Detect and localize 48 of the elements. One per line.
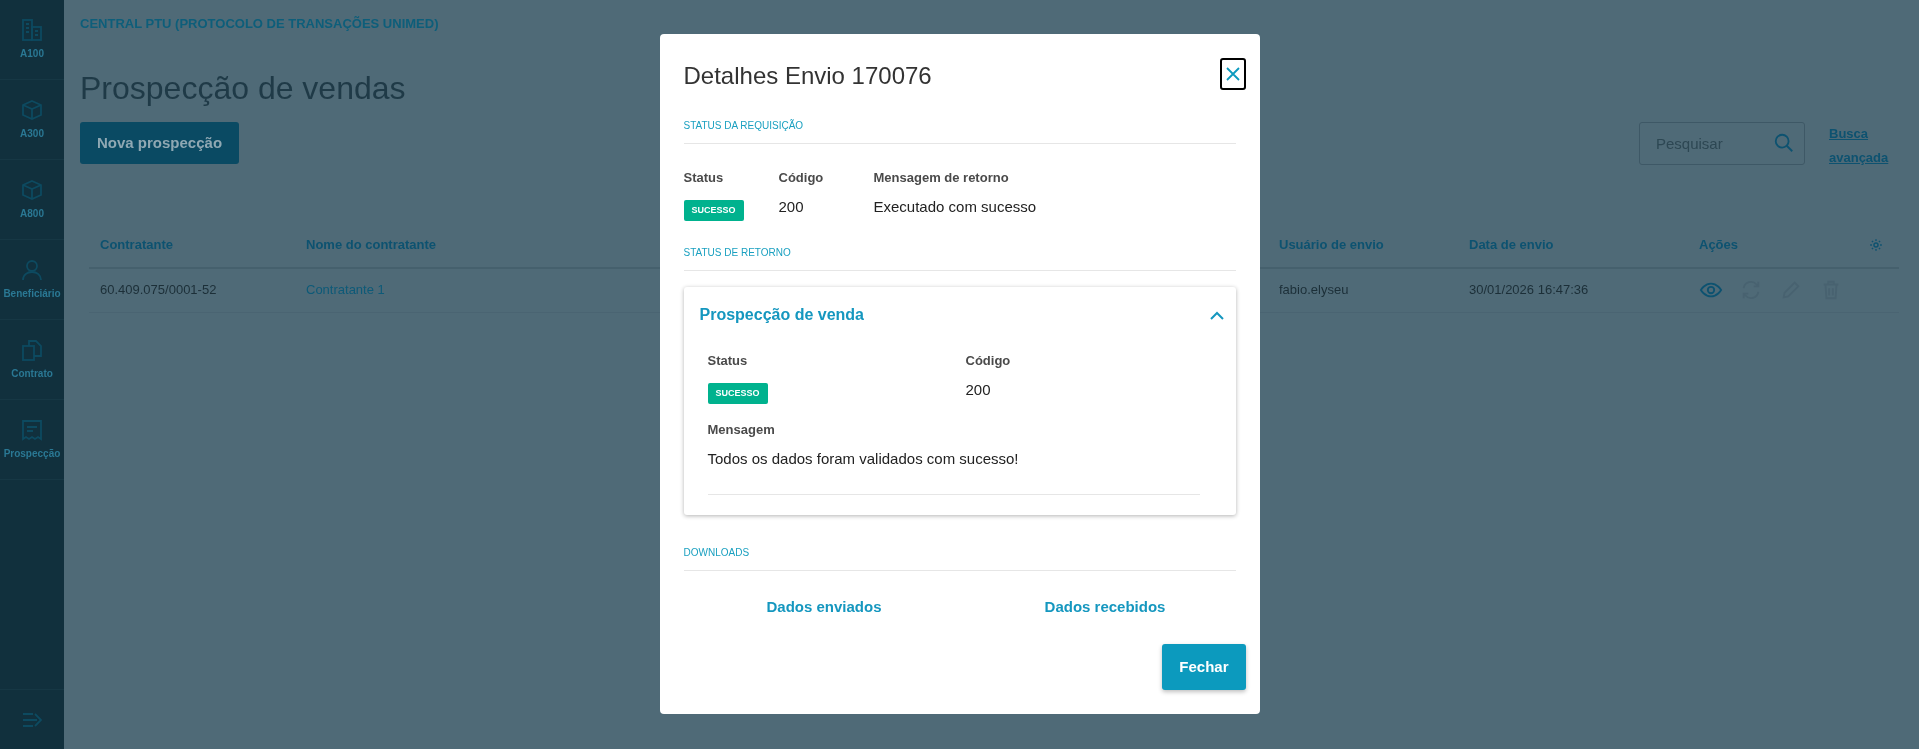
receipt-icon — [20, 418, 44, 442]
documents-icon — [20, 338, 44, 362]
chevron-up-icon[interactable] — [1209, 310, 1224, 320]
field-label: Mensagem — [707, 421, 776, 439]
download-link[interactable]: Dados recebidos — [1044, 598, 1166, 615]
field-value: Executado com sucesso — [873, 196, 1037, 217]
table-cell-text: fabio.elyseu — [1279, 281, 1350, 300]
box-icon — [20, 178, 44, 202]
building-icon — [20, 18, 44, 42]
section-heading: STATUS DA REQUISIÇÃO — [683, 118, 1236, 144]
sidebar-label[interactable]: A300 — [20, 126, 44, 141]
new-prospect-button[interactable]: Nova prospecção — [80, 121, 240, 164]
field-value: 200 — [965, 379, 992, 400]
box-icon — [20, 98, 44, 122]
column-header: Nome do contratante — [306, 236, 436, 255]
sidebar-label[interactable]: Contrato — [11, 366, 53, 381]
section-heading: DOWNLOADS — [683, 545, 1236, 571]
panel-title[interactable]: Prospecção de venda — [699, 303, 864, 327]
field-label: Código — [778, 169, 825, 187]
advanced-search-link[interactable]: Busca avançada — [1829, 121, 1899, 170]
download-link[interactable]: Dados enviados — [766, 598, 882, 615]
sidebar-label[interactable]: Prospecção — [3, 446, 61, 461]
sidebar-label[interactable]: A100 — [20, 46, 44, 61]
search-icon — [1773, 131, 1795, 154]
field-label: Mensagem de retorno — [873, 169, 1010, 187]
column-header: Ações — [1699, 236, 1739, 255]
column-header: Data de envio — [1469, 236, 1554, 255]
app-title: CENTRAL PTU (PROTOCOLO DE TRANSAÇÕES UNIMED) — [80, 15, 440, 33]
table-cell-text: 30/01/2026 16:47:36 — [1469, 281, 1590, 300]
sidebar-label[interactable]: A800 — [20, 206, 44, 221]
close-button[interactable] — [1219, 58, 1246, 90]
field-value: Todos os dados foram validados com sucesso! — [707, 448, 1020, 469]
field-value: 200 — [778, 196, 805, 217]
status-badge: SUCESSO — [707, 382, 768, 404]
close-button[interactable]: Fechar — [1162, 643, 1246, 690]
sidebar-label[interactable]: Beneficiário — [3, 286, 61, 301]
section-heading: STATUS DE RETORNO — [683, 245, 1236, 271]
field-label: Código — [965, 352, 1011, 370]
settings-icon[interactable] — [1869, 238, 1883, 252]
person-icon — [20, 258, 44, 282]
column-header: Usuário de envio — [1279, 236, 1384, 255]
close-icon — [1225, 67, 1240, 81]
status-badge: SUCESSO — [683, 199, 744, 221]
table-cell-text: 60.409.075/0001-52 — [100, 281, 218, 300]
field-label: Status — [707, 352, 749, 370]
modal-title: Detalhes Envio 170076 — [683, 61, 932, 91]
column-header: Contratante — [100, 236, 173, 255]
field-label: Status — [683, 169, 725, 187]
